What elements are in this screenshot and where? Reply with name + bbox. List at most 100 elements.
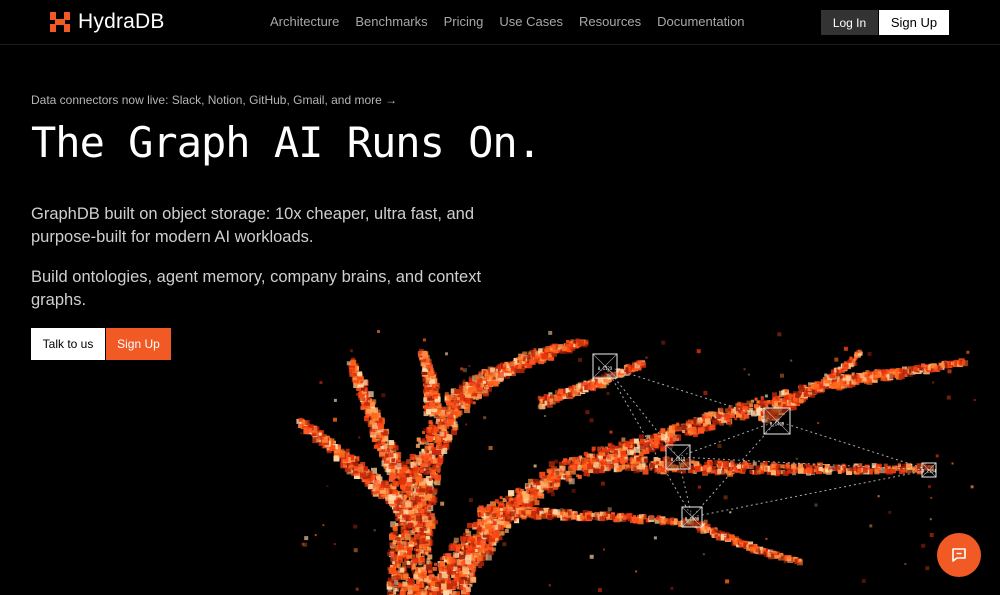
- tree-pixel: [485, 507, 491, 513]
- nav-link-architecture[interactable]: Architecture: [270, 14, 339, 29]
- tree-pixel: [669, 436, 676, 443]
- tree-pixel: [429, 589, 433, 593]
- tree-pixel: [325, 436, 329, 440]
- tree-pixel: [427, 445, 432, 451]
- tree-pixel: [451, 402, 458, 409]
- tree-pixel: [389, 474, 393, 478]
- tree-pixel: [482, 524, 486, 528]
- tree-pixel: [493, 511, 500, 518]
- tree-pixel: [649, 436, 655, 442]
- tree-pixel: [906, 463, 912, 469]
- tree-pixel: [353, 379, 358, 384]
- tree-pixel: [416, 457, 423, 464]
- tree-pixel: [489, 512, 495, 518]
- tree-pixel: [558, 514, 562, 518]
- brand-logo[interactable]: HydraDB: [50, 10, 165, 34]
- tree-pixel: [411, 565, 416, 570]
- tree-pixel: [683, 461, 690, 468]
- tree-pixel: [882, 369, 888, 375]
- tree-pixel: [900, 367, 904, 372]
- tree-pixel: [467, 381, 472, 386]
- tree-pixel: [407, 512, 411, 516]
- tree-pixel: [485, 373, 489, 377]
- tree-pixel: [420, 354, 425, 359]
- tree-pixel: [603, 453, 610, 460]
- tree-pixel: [559, 465, 563, 469]
- tree-pixel: [856, 466, 863, 473]
- nav-link-pricing[interactable]: Pricing: [444, 14, 484, 29]
- tree-pixel: [467, 537, 474, 544]
- tree-pixel: [408, 520, 412, 524]
- tree-pixel: [630, 517, 636, 524]
- tree-pixel: [594, 462, 601, 469]
- tree-pixel: [467, 390, 471, 394]
- tree-pixel: [426, 564, 433, 571]
- nav-link-documentation[interactable]: Documentation: [657, 14, 744, 29]
- tree-pixel: [447, 434, 453, 440]
- tree-pixel: [405, 576, 410, 581]
- tree-pixel: [395, 451, 402, 458]
- tree-pixel: [631, 516, 637, 522]
- tree-pixel: [457, 410, 463, 416]
- tree-pixel: [608, 448, 611, 452]
- nav-link-resources[interactable]: Resources: [579, 14, 641, 29]
- tree-pixel: [540, 357, 547, 363]
- tree-pixel: [424, 387, 430, 393]
- tree-pixel: [387, 454, 391, 458]
- tree-pixel: [639, 440, 643, 444]
- tree-pixel: [446, 560, 450, 564]
- nav-link-use-cases[interactable]: Use Cases: [499, 14, 563, 29]
- tree-pixel: [394, 469, 398, 473]
- tree-pixel: [371, 467, 377, 474]
- tree-pixel: [434, 407, 440, 413]
- tree-pixel: [930, 366, 937, 373]
- tree-pixel: [360, 396, 365, 402]
- tree-pixel: [621, 515, 625, 519]
- tree-pixel: [360, 390, 366, 396]
- tree-pixel: [630, 460, 633, 464]
- tree-pixel: [406, 560, 411, 565]
- tree-pixel: [377, 432, 381, 436]
- tree-pixel: [655, 438, 658, 442]
- tree-pixel: [434, 434, 438, 438]
- tree-pixel: [314, 433, 320, 439]
- login-button[interactable]: Log In: [821, 10, 878, 35]
- tree-pixel: [349, 364, 355, 370]
- tree-pixel: [421, 482, 426, 487]
- tree-pixel: [317, 430, 324, 436]
- tree-pixel: [472, 401, 476, 405]
- tree-pixel: [831, 382, 837, 387]
- tree-pixel: [962, 360, 969, 367]
- tree-pixel: [834, 466, 839, 471]
- tree-pixel: [417, 510, 422, 514]
- tree-pixel: [419, 474, 423, 477]
- tree-pixel: [373, 423, 377, 427]
- tree-pixel: [482, 513, 486, 517]
- tree-pixel: [547, 475, 551, 479]
- tree-pixel: [390, 446, 397, 453]
- tree-pixel: [480, 508, 486, 514]
- tree-pixel: [476, 552, 480, 556]
- tree-pixel: [446, 583, 453, 590]
- tree-pixel: [665, 432, 672, 439]
- tree-pixel: [353, 461, 359, 467]
- tree-pixel: [471, 552, 477, 558]
- tree-pixel: [461, 577, 466, 581]
- tree-pixel: [505, 368, 509, 372]
- tree-pixel: [484, 510, 489, 515]
- tree-pixel: [433, 481, 437, 485]
- signup-button[interactable]: Sign Up: [879, 10, 949, 35]
- tree-pixel: [481, 376, 485, 380]
- tree-pixel: [647, 440, 651, 444]
- tree-pixel: [312, 431, 319, 438]
- tree-pixel: [433, 387, 438, 392]
- tree-pixel: [784, 389, 788, 393]
- tree-pixel: [661, 434, 668, 441]
- tree-pixel: [450, 582, 456, 587]
- tree-pixel: [493, 532, 499, 538]
- tree-pixel: [488, 512, 493, 517]
- tree-pixel: [655, 469, 658, 472]
- tree-pixel: [738, 465, 745, 472]
- tree-pixel: [400, 483, 405, 489]
- nav-link-benchmarks[interactable]: Benchmarks: [355, 14, 427, 29]
